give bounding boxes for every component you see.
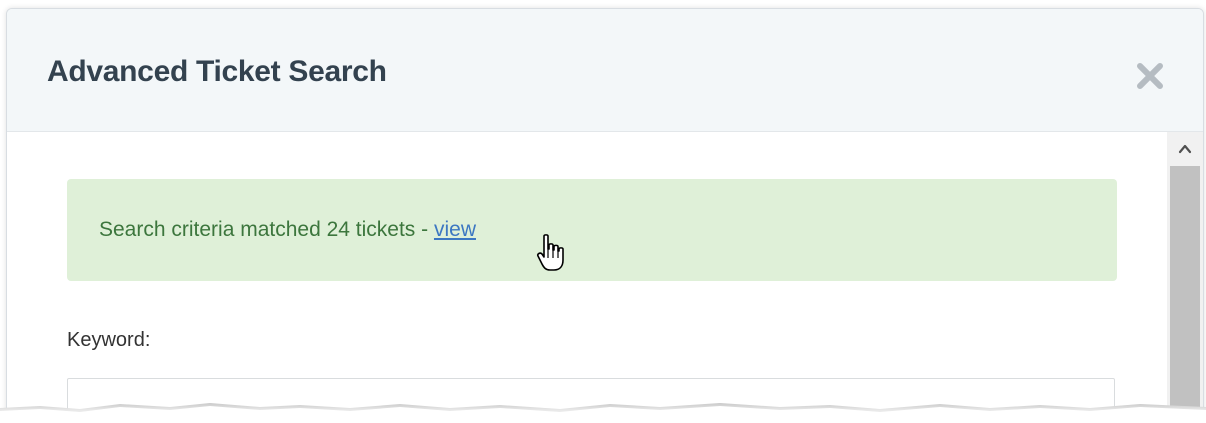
close-icon (1137, 63, 1163, 89)
close-button[interactable] (1135, 61, 1165, 91)
search-result-alert: Search criteria matched 24 tickets - vie… (67, 179, 1117, 281)
dialog-header: Advanced Ticket Search (7, 9, 1203, 132)
vertical-scrollbar[interactable] (1167, 132, 1203, 421)
hand-pointer-icon (537, 234, 564, 271)
dialog-body: Search criteria matched 24 tickets - vie… (7, 132, 1167, 421)
torn-page-edge (0, 403, 1206, 423)
view-results-link[interactable]: view (434, 218, 476, 241)
dialog-title: Advanced Ticket Search (47, 55, 387, 88)
scroll-up-button[interactable] (1167, 132, 1203, 166)
search-result-text: Search criteria matched 24 tickets - (99, 218, 434, 241)
scrollbar-thumb[interactable] (1170, 166, 1200, 421)
advanced-ticket-search-dialog: Advanced Ticket Search Search criteria m… (6, 8, 1204, 422)
chevron-up-icon (1178, 144, 1192, 154)
keyword-label: Keyword: (67, 329, 151, 351)
search-result-message: Search criteria matched 24 tickets - vie… (99, 218, 476, 242)
